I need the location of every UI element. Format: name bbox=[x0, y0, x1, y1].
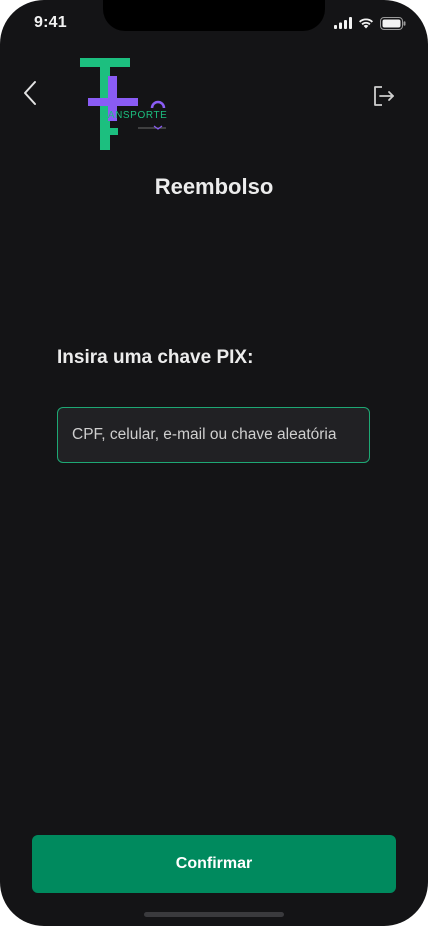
logout-button[interactable] bbox=[372, 84, 396, 108]
phone-screen: 9:41 RANSPORTE Reembolso Insira uma chav… bbox=[0, 0, 428, 926]
back-button[interactable] bbox=[18, 78, 44, 108]
battery-icon bbox=[380, 16, 406, 30]
logout-icon bbox=[374, 86, 394, 106]
home-indicator bbox=[144, 912, 284, 917]
status-icons bbox=[334, 16, 406, 30]
signal-icon bbox=[334, 17, 352, 29]
status-time: 9:41 bbox=[34, 14, 67, 31]
logo-mark bbox=[80, 58, 166, 150]
pix-key-label: Insira uma chave PIX: bbox=[57, 347, 254, 368]
wifi-icon bbox=[359, 18, 373, 29]
confirm-button[interactable]: Confirmar bbox=[32, 835, 396, 893]
pix-key-input[interactable] bbox=[57, 407, 370, 463]
page-title: Reembolso bbox=[154, 174, 274, 199]
chevron-left-icon bbox=[24, 81, 36, 105]
logo-text: RANSPORTE bbox=[100, 110, 168, 121]
device-notch bbox=[103, 0, 325, 31]
